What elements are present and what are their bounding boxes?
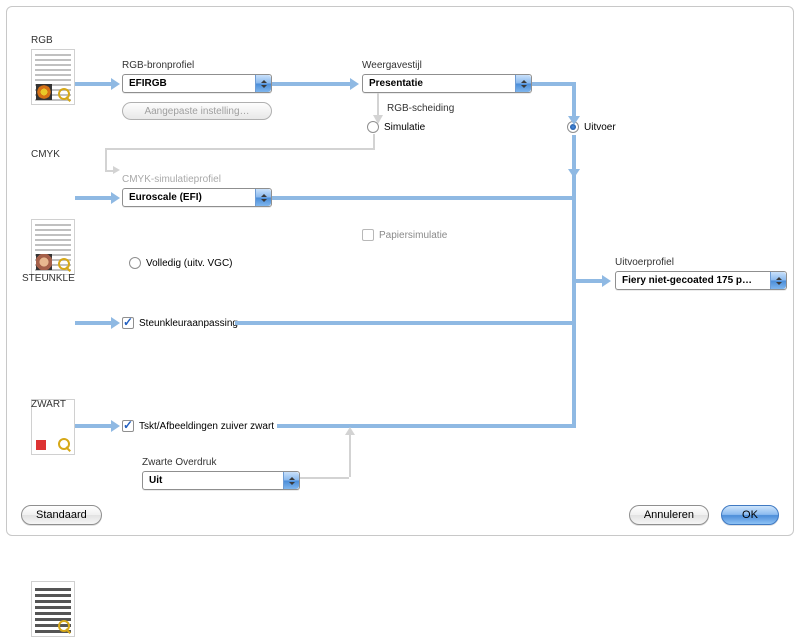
rendering-value: Presentatie bbox=[369, 78, 423, 89]
paper-sim-label: Papiersimulatie bbox=[379, 230, 447, 241]
rgb-profile-value: EFIRGB bbox=[129, 78, 167, 89]
standard-button-label: Standaard bbox=[36, 509, 87, 521]
ok-button-label: OK bbox=[742, 509, 758, 521]
section-black-label: ZWART bbox=[31, 399, 66, 410]
chevron-updown-icon bbox=[255, 75, 271, 92]
doc-icon-black bbox=[31, 581, 75, 637]
standard-button[interactable]: Standaard bbox=[21, 505, 102, 525]
cancel-button[interactable]: Annuleren bbox=[629, 505, 709, 525]
output-profile-value: Fiery niet-gecoated 175 p… bbox=[622, 275, 752, 286]
section-cmyk-label: CMYK bbox=[31, 149, 60, 160]
cmyk-sim-label: CMYK-simulatieprofiel bbox=[122, 174, 221, 185]
black-overprint-value: Uit bbox=[149, 475, 162, 486]
cmyk-profile-value: Euroscale (EFI) bbox=[129, 192, 202, 203]
paper-sim-check[interactable]: Papiersimulatie bbox=[362, 229, 447, 241]
cancel-button-label: Annuleren bbox=[644, 509, 694, 521]
doc-icon-rgb bbox=[31, 49, 75, 105]
chevron-updown-icon bbox=[283, 472, 299, 489]
black-overprint-label: Zwarte Overdruk bbox=[142, 457, 216, 468]
cmyk-profile-dropdown[interactable]: Euroscale (EFI) bbox=[122, 188, 272, 207]
spot-match-label: Steunkleuraanpassing bbox=[139, 318, 238, 329]
black-overprint-dropdown[interactable]: Uit bbox=[142, 471, 300, 490]
output-profile-label: Uitvoerprofiel bbox=[615, 257, 674, 268]
ok-button[interactable]: OK bbox=[721, 505, 779, 525]
full-vgc-radio[interactable]: Volledig (uitv. VGC) bbox=[129, 257, 233, 269]
chevron-updown-icon bbox=[515, 75, 531, 92]
chevron-updown-icon bbox=[255, 189, 271, 206]
simulation-radio-label: Simulatie bbox=[384, 122, 425, 133]
rendering-label: Weergavestijl bbox=[362, 60, 422, 71]
output-profile-dropdown[interactable]: Fiery niet-gecoated 175 p… bbox=[615, 271, 787, 290]
custom-setting-button[interactable]: Aangepaste instelling… bbox=[122, 102, 272, 120]
custom-setting-label: Aangepaste instelling… bbox=[144, 106, 249, 117]
chevron-updown-icon bbox=[770, 272, 786, 289]
section-spot-label: STEUNKLE bbox=[22, 273, 75, 284]
rgb-source-label: RGB-bronprofiel bbox=[122, 60, 194, 71]
rgb-profile-dropdown[interactable]: EFIRGB bbox=[122, 74, 272, 93]
output-radio-label: Uitvoer bbox=[584, 122, 616, 133]
pure-black-check[interactable]: Tskt/Afbeeldingen zuiver zwart bbox=[122, 420, 274, 432]
full-vgc-label: Volledig (uitv. VGC) bbox=[146, 258, 233, 269]
section-rgb-label: RGB bbox=[31, 35, 53, 46]
spot-match-check[interactable]: Steunkleuraanpassing bbox=[122, 317, 238, 329]
rgb-separation-label: RGB-scheiding bbox=[387, 103, 454, 114]
doc-icon-cmyk bbox=[31, 219, 75, 275]
pure-black-label: Tskt/Afbeeldingen zuiver zwart bbox=[139, 421, 274, 432]
rendering-dropdown[interactable]: Presentatie bbox=[362, 74, 532, 93]
